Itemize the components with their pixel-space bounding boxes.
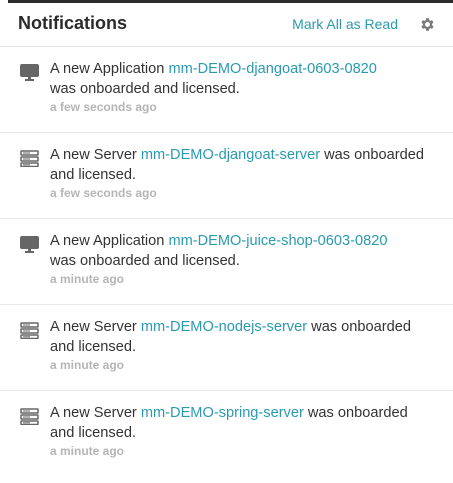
server-icon bbox=[20, 322, 39, 339]
monitor-icon bbox=[20, 236, 39, 253]
notification-item[interactable]: A new Application mm-DEMO-juice-shop-060… bbox=[0, 219, 453, 305]
notification-time: a few seconds ago bbox=[50, 100, 157, 114]
message-prefix: A new Server bbox=[50, 319, 141, 335]
message-suffix: was onboarded and licensed. bbox=[50, 81, 240, 97]
entity-link[interactable]: mm-DEMO-nodejs-server bbox=[141, 319, 307, 335]
notification-time: a minute ago bbox=[50, 358, 125, 372]
gear-icon[interactable] bbox=[419, 16, 436, 33]
notifications-header: Notifications Mark All as Read bbox=[0, 3, 453, 47]
server-icon bbox=[20, 408, 39, 425]
notification-message: A new Server mm-DEMO-spring-server was o… bbox=[50, 403, 435, 443]
notification-item[interactable]: A new Server mm-DEMO-spring-server was o… bbox=[0, 391, 453, 477]
notification-item[interactable]: A new Server mm-DEMO-nodejs-server was o… bbox=[0, 305, 453, 391]
notification-item[interactable]: A new Server mm-DEMO-djangoat-server was… bbox=[0, 133, 453, 219]
notification-time: a minute ago bbox=[50, 272, 125, 286]
notification-message: A new Application mm-DEMO-djangoat-0603-… bbox=[50, 59, 435, 99]
entity-link[interactable]: mm-DEMO-djangoat-server bbox=[141, 147, 320, 163]
message-suffix: was onboarded and licensed. bbox=[50, 253, 240, 269]
mark-all-read-button[interactable]: Mark All as Read bbox=[292, 16, 398, 32]
notification-message: A new Server mm-DEMO-nodejs-server was o… bbox=[50, 317, 435, 357]
entity-link[interactable]: mm-DEMO-djangoat-0603-0820 bbox=[168, 61, 376, 77]
message-prefix: A new Server bbox=[50, 405, 141, 421]
entity-link[interactable]: mm-DEMO-juice-shop-0603-0820 bbox=[168, 233, 387, 249]
panel-title: Notifications bbox=[18, 13, 128, 33]
message-prefix: A new Application bbox=[50, 233, 169, 249]
notification-message: A new Server mm-DEMO-djangoat-server was… bbox=[50, 145, 435, 185]
entity-link[interactable]: mm-DEMO-spring-server bbox=[141, 405, 304, 421]
notification-time: a few seconds ago bbox=[50, 186, 157, 200]
message-prefix: A new Server bbox=[50, 147, 141, 163]
notification-message: A new Application mm-DEMO-juice-shop-060… bbox=[50, 231, 435, 271]
server-icon bbox=[20, 150, 39, 167]
message-prefix: A new Application bbox=[50, 61, 169, 77]
monitor-icon bbox=[20, 64, 39, 81]
notification-item[interactable]: A new Application mm-DEMO-djangoat-0603-… bbox=[0, 47, 453, 133]
notification-time: a minute ago bbox=[50, 444, 125, 458]
notification-list: A new Application mm-DEMO-djangoat-0603-… bbox=[0, 47, 453, 477]
